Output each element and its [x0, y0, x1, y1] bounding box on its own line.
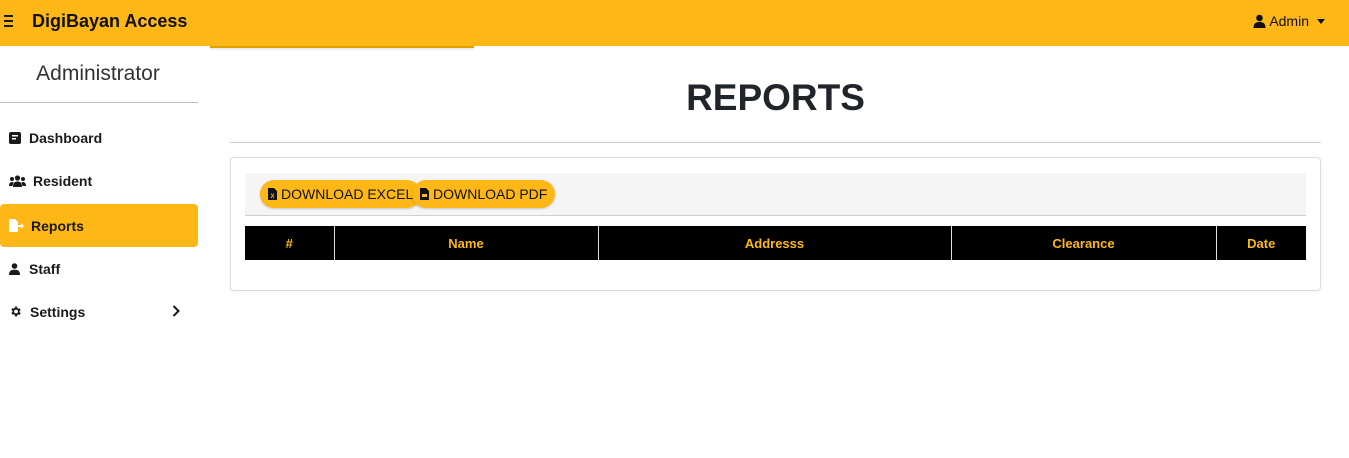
reports-table: # Name Addresss Clearance Date — [245, 226, 1306, 260]
download-pdf-button[interactable]: DOWNLOAD PDF — [412, 180, 556, 208]
page-title: REPORTS — [686, 77, 865, 118]
download-excel-button[interactable]: X DOWNLOAD EXCEL — [260, 180, 422, 208]
file-pdf-icon — [420, 188, 429, 200]
user-icon — [9, 262, 29, 275]
active-tab-indicator — [210, 46, 474, 48]
user-menu-label: Admin — [1269, 13, 1309, 29]
caret-down-icon — [1317, 18, 1325, 24]
download-excel-label: DOWNLOAD EXCEL — [281, 186, 414, 202]
sidebar-item-label: Staff — [29, 260, 61, 277]
svg-text:X: X — [270, 194, 274, 200]
column-header-clearance[interactable]: Clearance — [951, 226, 1217, 260]
sidebar-item-label: Reports — [31, 217, 84, 234]
title-divider — [230, 142, 1321, 143]
sidebar-title: Administrator — [36, 62, 160, 85]
sidebar-item-dashboard[interactable]: Dashboard — [0, 116, 198, 159]
user-menu[interactable]: Admin — [1253, 13, 1325, 29]
sidebar-item-label: Dashboard — [29, 129, 103, 146]
chevron-right-icon — [172, 304, 180, 320]
reports-card: X DOWNLOAD EXCEL DOWNLOAD PDF # Name Add… — [230, 157, 1321, 291]
top-navbar: DigiBayan Access Admin — [0, 0, 1349, 46]
column-header-address[interactable]: Addresss — [598, 226, 952, 260]
hamburger-icon[interactable] — [4, 13, 14, 31]
sidebar-item-label: Settings — [30, 303, 86, 320]
column-header-name[interactable]: Name — [334, 226, 599, 260]
brand-title[interactable]: DigiBayan Access — [32, 11, 187, 32]
column-header-number[interactable]: # — [245, 226, 335, 260]
file-excel-icon: X — [268, 188, 277, 200]
export-toolbar: X DOWNLOAD EXCEL DOWNLOAD PDF — [245, 173, 1306, 216]
sidebar-item-label: Resident — [33, 172, 93, 189]
sidebar-item-resident[interactable]: Resident — [0, 159, 198, 202]
table-header-row: # Name Addresss Clearance Date — [245, 226, 1306, 260]
dashboard-icon — [9, 131, 29, 144]
sidebar-item-settings[interactable]: Settings — [0, 290, 198, 333]
sidebar: Administrator Dashboard Resident Reports… — [0, 46, 200, 458]
user-icon — [1253, 14, 1266, 28]
gear-icon — [9, 305, 30, 318]
column-header-date[interactable]: Date — [1216, 226, 1306, 260]
sidebar-divider — [0, 102, 198, 103]
users-icon — [9, 174, 33, 187]
download-pdf-label: DOWNLOAD PDF — [433, 186, 548, 202]
sidebar-item-reports[interactable]: Reports — [0, 204, 198, 247]
sidebar-item-staff[interactable]: Staff — [0, 247, 198, 290]
file-export-icon — [9, 219, 31, 232]
